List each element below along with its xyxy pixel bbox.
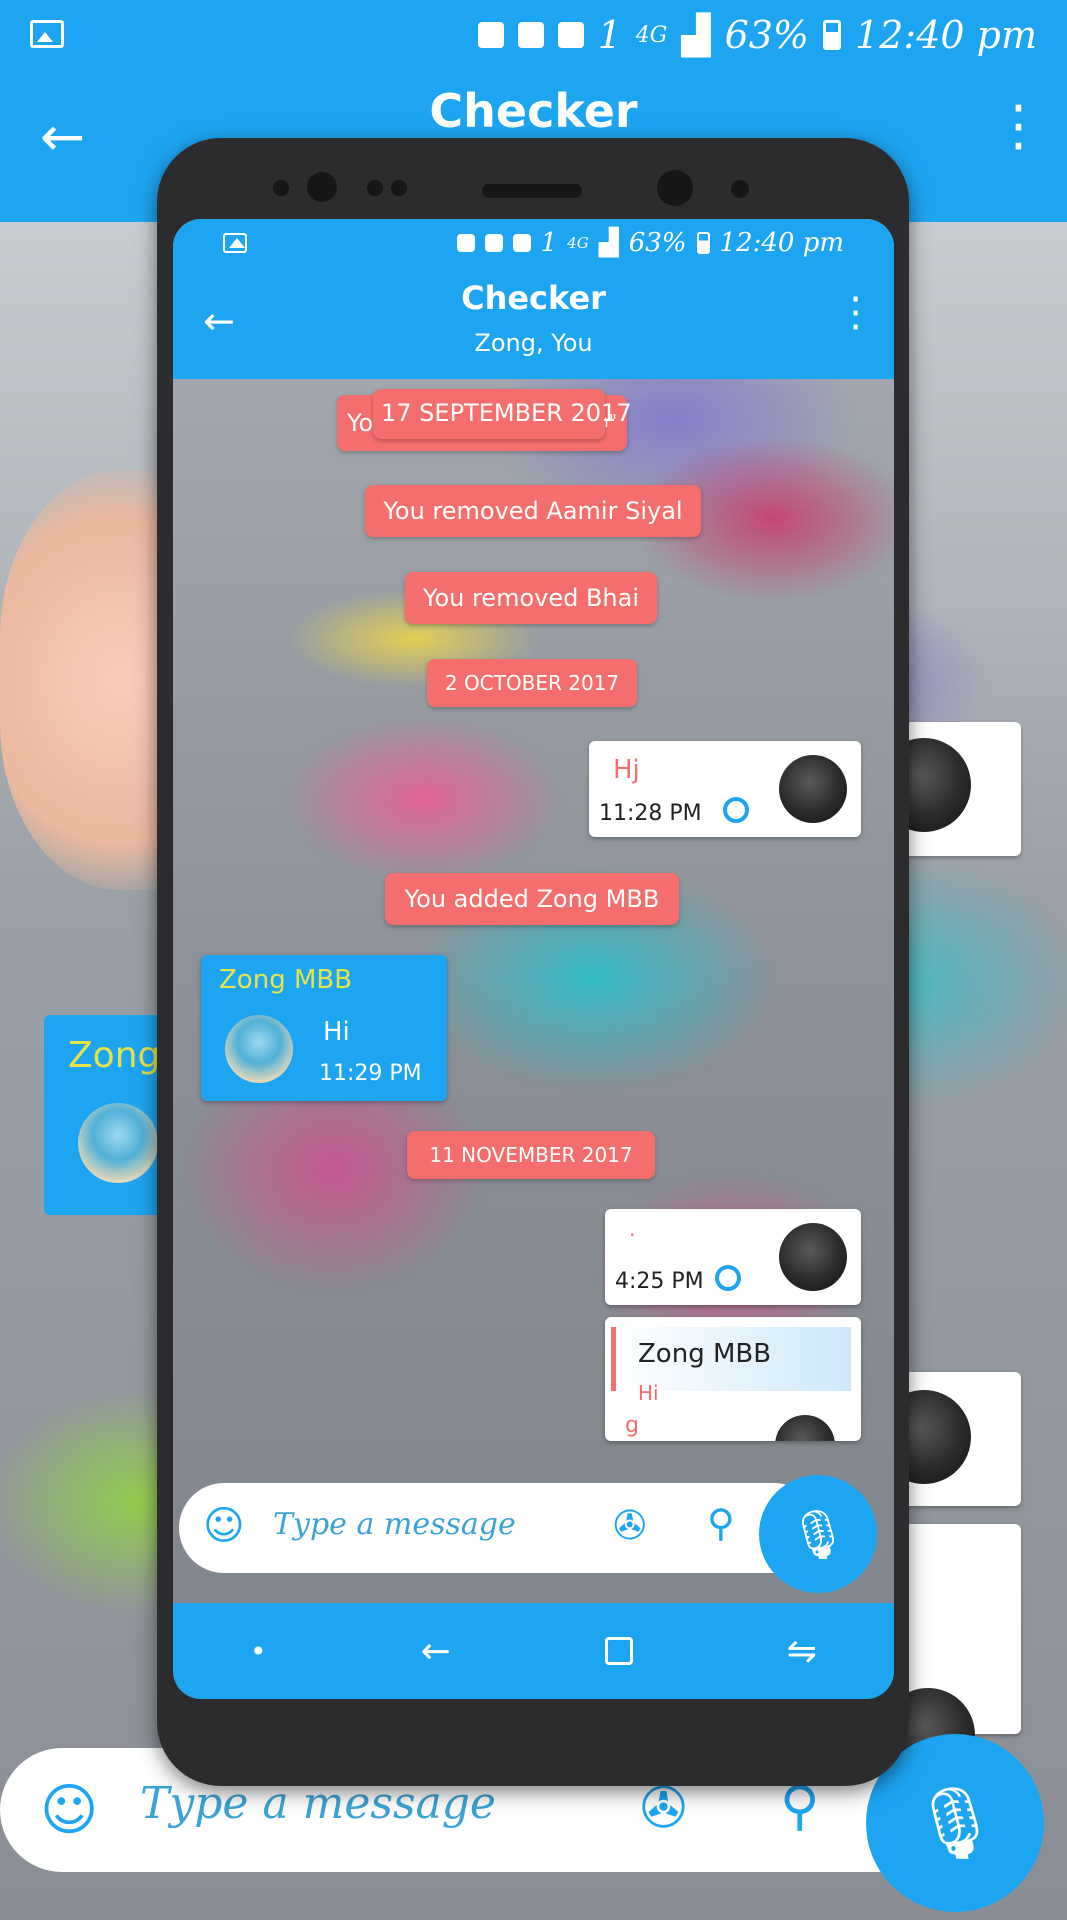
message-time: 11:29 PM — [319, 1061, 422, 1086]
sender-name: Zong MBB — [219, 965, 353, 995]
system-message: You removed Bhai — [405, 572, 657, 624]
outgoing-message[interactable]: . 4:25 PM — [605, 1209, 861, 1305]
gallery-notification-icon — [30, 20, 64, 48]
gallery-notification-icon — [223, 233, 247, 253]
battery-percent: 63% — [724, 13, 810, 57]
battery-saver-icon — [477, 22, 504, 48]
battery-percent: 63% — [628, 228, 687, 258]
clock: 12:40 pm — [719, 228, 845, 258]
message-input-bar[interactable]: ☺ Type a message ✇ ⚲ — [179, 1483, 819, 1573]
mute-icon — [517, 22, 544, 48]
microphone-icon: 🎙 — [787, 1506, 849, 1563]
nav-switch-icon[interactable]: ⇋ — [787, 1631, 817, 1672]
system-message: You removed Aamir Siyal — [365, 485, 701, 537]
more-vert-icon[interactable]: · · · — [1010, 82, 1027, 173]
navigation-bar: • ← ⇋ — [173, 1603, 894, 1699]
alarm-icon — [557, 22, 584, 48]
inner-status-bar: 1 4G ▟ 63% 12:40 pm — [173, 219, 894, 267]
front-sensor — [391, 180, 407, 196]
message-time: 4:25 PM — [615, 1269, 704, 1294]
outer-message-bubble[interactable] — [881, 1524, 1021, 1782]
nav-back-icon[interactable]: ← — [421, 1631, 451, 1672]
status-bar: 1 4G ▟ 63% 12:40 pm — [0, 0, 1067, 70]
alarm-icon — [512, 234, 531, 252]
avatar — [225, 1015, 293, 1083]
clock: 12:40 pm — [855, 13, 1037, 57]
avatar — [779, 1223, 847, 1291]
message-text: Hj — [613, 755, 640, 785]
battery-icon — [823, 20, 842, 50]
outer-message-bubble[interactable] — [877, 1372, 1021, 1506]
pending-status-icon — [715, 1265, 741, 1291]
camera-icon[interactable]: ✇ — [613, 1503, 647, 1549]
signal-icon: ▟ — [598, 228, 619, 258]
date-divider: 17 SEPTEMBER 2017 — [373, 389, 632, 439]
message-input[interactable]: Type a message — [273, 1507, 516, 1542]
sim-indicator: 1 — [597, 13, 622, 57]
pending-status-icon — [723, 797, 749, 823]
avatar — [775, 1415, 835, 1441]
page-title: Checker — [429, 84, 638, 138]
date-divider: 2 OCTOBER 2017 — [427, 659, 637, 707]
sim-indicator: 1 — [540, 228, 558, 258]
message-text: Hi — [323, 1017, 350, 1047]
system-message: You added Zong MBB — [385, 873, 679, 925]
battery-icon — [696, 232, 710, 254]
attach-icon[interactable]: ⚲ — [707, 1501, 735, 1545]
chat-title[interactable]: Checker — [173, 279, 894, 317]
nav-overview-icon[interactable] — [604, 1637, 633, 1665]
sender-name: Zong — [68, 1035, 161, 1076]
front-sensor — [367, 180, 383, 196]
message-text: g — [625, 1413, 639, 1438]
inner-app-bar: ← Checker Zong, You · · · — [173, 267, 894, 379]
front-sensor — [273, 180, 289, 196]
avatar — [779, 755, 847, 823]
signal-icon: ▟ — [681, 13, 711, 57]
outer-message-bubble[interactable] — [877, 722, 1021, 856]
front-camera — [657, 170, 693, 206]
phone-screen: 1 4G ▟ 63% 12:40 pm ← Checker Zong, You … — [173, 219, 894, 1699]
emoji-icon[interactable]: ☺ — [40, 1778, 98, 1843]
nav-dot-icon[interactable]: • — [250, 1635, 267, 1668]
mic-button[interactable]: 🎙 — [759, 1475, 877, 1593]
emoji-icon[interactable]: ☺ — [203, 1503, 245, 1549]
date-divider: 11 NOVEMBER 2017 — [407, 1131, 655, 1179]
mute-icon — [484, 234, 503, 252]
incoming-message[interactable]: Zong MBB Hi 11:29 PM — [201, 955, 447, 1101]
more-vert-icon[interactable]: · · · — [849, 280, 862, 348]
earpiece — [482, 184, 582, 198]
chat-participants[interactable]: Zong, You — [173, 329, 894, 357]
message-time: 11:28 PM — [599, 801, 702, 826]
network-type: 4G — [635, 22, 668, 48]
reply-message[interactable]: Zong MBB Hi g — [605, 1317, 861, 1441]
quoted-sender: Zong MBB — [638, 1339, 772, 1369]
quoted-message[interactable]: Zong MBB Hi — [611, 1327, 851, 1405]
battery-saver-icon — [456, 234, 475, 252]
message-text: . — [629, 1217, 636, 1241]
front-sensor — [307, 172, 337, 202]
network-type: 4G — [567, 234, 589, 252]
outgoing-message[interactable]: Hj 11:28 PM — [589, 741, 861, 837]
avatar — [78, 1103, 158, 1183]
microphone-icon: 🎙 — [910, 1781, 1000, 1864]
front-sensor — [731, 180, 749, 198]
quoted-text: Hi — [638, 1381, 659, 1405]
